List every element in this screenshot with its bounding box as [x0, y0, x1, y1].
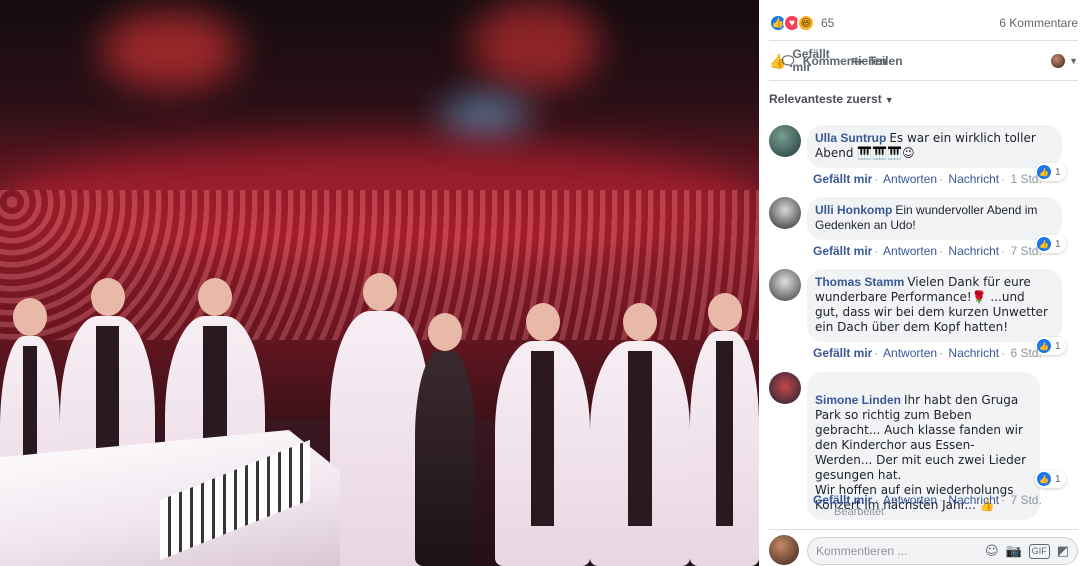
comment-item: Ulla Suntrup Es war ein wirklich toller A… [769, 125, 1078, 190]
speech-bubble-icon: 🗨 [779, 52, 797, 69]
comment-time[interactable]: 7 Std. [1010, 493, 1041, 507]
camera-icon[interactable]: 📷 [1006, 544, 1022, 559]
comment-author[interactable]: Thomas Stamm [815, 275, 904, 289]
comment-message-link[interactable]: Nachricht [948, 172, 999, 186]
comment-button[interactable]: 🗨 Kommentieren [779, 53, 899, 70]
avatar [1051, 54, 1066, 68]
like-reaction-icon: 👍 [1037, 472, 1051, 486]
comment-input[interactable]: Kommentieren ... ☺ 📷 GIF ◩ [807, 537, 1078, 565]
comment-reply-link[interactable]: Antworten [883, 346, 937, 360]
comment-time[interactable]: 7 Std. [1010, 244, 1041, 258]
comment-composer: Kommentieren ... ☺ 📷 GIF ◩ [769, 535, 1078, 565]
divider [769, 80, 1078, 81]
comment-author[interactable]: Simone Linden [815, 393, 901, 407]
comment-item: Simone Linden Ihr habt den Gruga Park so … [769, 372, 1078, 522]
comment-like-link[interactable]: Gefällt mir [813, 346, 872, 360]
avatar[interactable] [769, 269, 801, 301]
comment-like-link[interactable]: Gefällt mir [813, 244, 872, 258]
comment-meta: Gefällt mir · Antworten · Nachricht · 7 Std… [813, 493, 1042, 507]
sticker-icon[interactable]: ◩ [1057, 544, 1069, 559]
comment-like-link[interactable]: Gefällt mir [813, 172, 872, 186]
profile-selector[interactable]: ▼ [1051, 54, 1078, 68]
comment-reply-link[interactable]: Antworten [883, 172, 937, 186]
divider [769, 40, 1078, 41]
comment-author[interactable]: Ulla Suntrup [815, 131, 886, 145]
avatar[interactable] [769, 197, 801, 229]
avatar[interactable] [769, 372, 801, 404]
comment-message-link[interactable]: Nachricht [948, 346, 999, 360]
divider [769, 529, 1078, 530]
concert-photo[interactable] [0, 0, 759, 566]
comment-reply-link[interactable]: Antworten [883, 244, 937, 258]
comment-bubble: Ulli Honkomp Ein wundervoller Abend im Ge… [807, 197, 1062, 240]
emoji-icon[interactable]: ☺ [985, 544, 999, 559]
comment-message-link[interactable]: Nachricht [948, 244, 999, 258]
comment-author[interactable]: Ulli Honkomp [815, 203, 892, 217]
gif-icon[interactable]: GIF [1028, 543, 1050, 559]
comment-bubble: Ulla Suntrup Es war ein wirklich toller A… [807, 125, 1062, 168]
comment-like-badge[interactable]: 👍 1 [1035, 470, 1066, 488]
haha-reaction-icon: 😆 [797, 14, 815, 32]
comment-meta: Gefällt mir · Antworten · Nachricht · 6 Std… [813, 346, 1042, 360]
comment-time[interactable]: 6 Std. [1010, 346, 1041, 360]
comment-item: Thomas Stamm Vielen Dank für eure wunderb… [769, 269, 1078, 364]
comment-meta: Gefällt mir · Antworten · Nachricht · 1 Std… [813, 172, 1042, 186]
post-actions: 👍 Gefällt mir 🗨 Kommentieren ↪ Teilen ▼ [769, 45, 1078, 77]
comment-bubble: Thomas Stamm Vielen Dank für eure wunderb… [807, 269, 1062, 342]
comment-item: Ulli Honkomp Ein wundervoller Abend im Ge… [769, 197, 1078, 262]
reaction-count[interactable]: 65 [821, 16, 834, 30]
comments-panel: 👍 ♥ 😆 65 6 Kommentare 👍 Gefällt mir 🗨 Ko… [759, 0, 1090, 566]
edited-label: Bearbeitet [834, 506, 885, 518]
comment-like-link[interactable]: Gefällt mir [813, 493, 872, 507]
reactions-summary[interactable]: 👍 ♥ 😆 65 6 Kommentare [769, 13, 1078, 33]
comment-reply-link[interactable]: Antworten [883, 493, 937, 507]
avatar [769, 535, 799, 565]
comment-meta: Gefällt mir · Antworten · Nachricht · 7 Std… [813, 244, 1042, 258]
comment-time[interactable]: 1 Std. [1010, 172, 1041, 186]
avatar[interactable] [769, 125, 801, 157]
comment-message-link[interactable]: Nachricht [948, 493, 999, 507]
chevron-down-icon: ▼ [1069, 56, 1078, 66]
chevron-down-icon: ▼ [884, 95, 894, 105]
comments-count[interactable]: 6 Kommentare [999, 16, 1078, 30]
sort-dropdown[interactable]: Relevanteste zuerst ▼ [769, 92, 894, 106]
